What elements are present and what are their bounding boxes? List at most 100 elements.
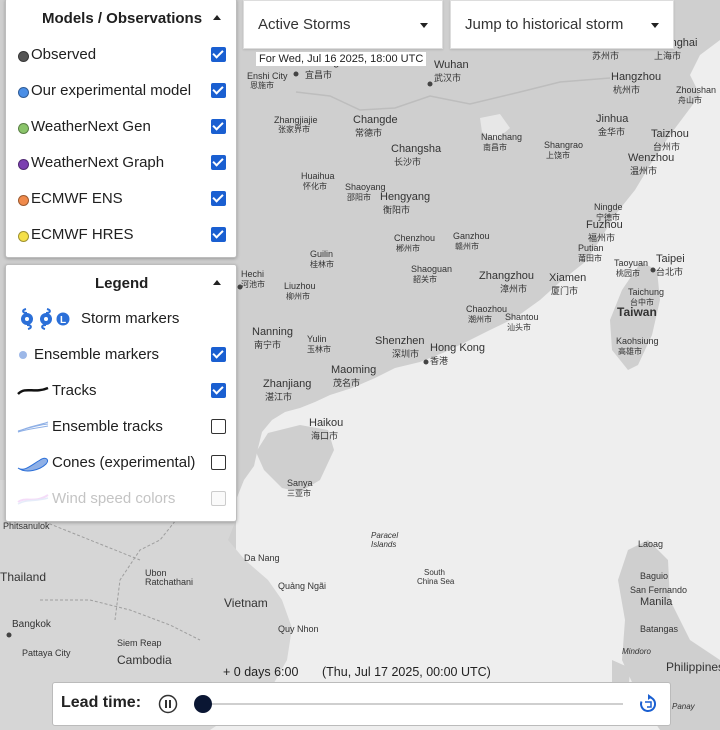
- chevron-down-icon: [420, 23, 428, 28]
- city-dot: [423, 359, 429, 365]
- model-row[interactable]: WeatherNext Gen: [6, 109, 236, 145]
- model-checkbox[interactable]: [211, 191, 226, 206]
- map-place-label: Shaoguan: [411, 264, 453, 274]
- map-place-label: Fuzhou: [586, 219, 623, 231]
- map-place-label: Shangrao: [544, 140, 584, 150]
- chevron-down-icon: [651, 23, 659, 28]
- historical-storm-label: Jump to historical storm: [465, 16, 624, 33]
- map-place-label: Vietnam: [224, 596, 268, 610]
- city-dot: [650, 267, 656, 273]
- map-place-label: 河池市: [241, 280, 265, 289]
- ensemble-tracks-icon: [16, 420, 50, 439]
- model-label: Our experimental model: [31, 82, 192, 99]
- collapse-caret-icon[interactable]: [213, 280, 221, 285]
- map-place-label: Wuhan: [434, 59, 469, 71]
- model-checkbox[interactable]: [211, 47, 226, 62]
- historical-storm-dropdown[interactable]: Jump to historical storm: [450, 0, 674, 49]
- map-place-label: Siem Reap: [117, 638, 162, 648]
- map-place-label: Panay: [672, 702, 695, 711]
- legend-row: L Storm markers: [6, 301, 236, 337]
- legend-label: Cones (experimental): [52, 454, 196, 471]
- map-place-label: Taoyuan: [614, 258, 649, 268]
- model-checkbox[interactable]: [211, 227, 226, 242]
- map-place-label: Shenzhen: [375, 335, 425, 347]
- legend-label: Wind speed colors: [52, 490, 176, 507]
- map-place-label: 恩施市: [250, 81, 274, 90]
- map-place-label: Ganzhou: [453, 231, 490, 241]
- map-place-label: 武汉市: [434, 73, 462, 83]
- map-place-label: Manila: [640, 596, 673, 608]
- map-place-label: 莆田市: [578, 254, 602, 263]
- track-line-icon: [16, 384, 50, 403]
- active-storms-dropdown[interactable]: Active Storms: [243, 0, 443, 49]
- map-place-label: 海口市: [311, 431, 339, 441]
- model-checkbox[interactable]: [211, 119, 226, 134]
- model-row[interactable]: Observed: [6, 37, 236, 73]
- map-place-label: Guilin: [310, 249, 334, 259]
- map-place-label: Changde: [353, 114, 398, 126]
- model-row[interactable]: Our experimental model: [6, 73, 236, 109]
- map-place-label: 厦门市: [551, 286, 579, 296]
- legend-checkbox[interactable]: [211, 419, 226, 434]
- legend-panel: Legend L Storm markers Ensemble markers Tra…: [5, 264, 237, 522]
- lead-time-slider-thumb[interactable]: [194, 695, 212, 713]
- map-place-label: 温州市: [630, 166, 658, 176]
- lead-time-bar: Lead time:: [52, 682, 671, 726]
- legend-row[interactable]: Wind speed colors: [6, 481, 236, 517]
- lead-time-track[interactable]: [203, 703, 623, 705]
- map-place-label: Hong Kong: [430, 342, 486, 354]
- map-place-label: 常德市: [355, 128, 383, 138]
- map-place-label: 柳州市: [286, 292, 310, 301]
- map-place-label: Huaihua: [301, 171, 335, 181]
- map-place-label: 上海市: [654, 51, 682, 61]
- pause-button[interactable]: [157, 693, 179, 715]
- model-label: ECMWF ENS: [31, 190, 123, 207]
- legend-checkbox: [211, 491, 226, 506]
- map-place-label: Taiwan: [617, 305, 657, 319]
- city-dot: [427, 81, 433, 87]
- legend-checkbox[interactable]: [211, 383, 226, 398]
- map-place-label: 高雄市: [618, 347, 642, 356]
- map-place-label: Ratchathani: [145, 577, 194, 587]
- map-place-label: Changsha: [391, 143, 442, 155]
- map-place-label: Maoming: [331, 364, 377, 376]
- map-place-label: Wenzhou: [628, 152, 675, 164]
- map-place-label: Kaohsiung: [616, 336, 659, 346]
- model-color-dot-icon: [18, 159, 29, 170]
- legend-row[interactable]: Ensemble tracks: [6, 409, 236, 445]
- map-place-label: Ningde: [594, 202, 623, 212]
- map-place-label: Putian: [578, 243, 604, 253]
- map-place-label: 金华市: [598, 127, 626, 137]
- map-place-label: Shantou: [505, 312, 539, 322]
- legend-checkbox[interactable]: [211, 347, 226, 362]
- forecast-timestamp: For Wed, Jul 16 2025, 18:00 UTC: [256, 52, 427, 66]
- legend-row[interactable]: Cones (experimental): [6, 445, 236, 481]
- collapse-caret-icon[interactable]: [213, 15, 221, 20]
- active-storms-label: Active Storms: [258, 16, 351, 33]
- map-place-label: Xiamen: [549, 272, 587, 284]
- map-place-label: San Fernando: [630, 585, 688, 595]
- map-place-label: 赣州市: [455, 242, 479, 251]
- legend-row[interactable]: Tracks: [6, 373, 236, 409]
- map-place-label: Da Nang: [244, 553, 280, 563]
- map-place-label: Chenzhou: [394, 233, 436, 243]
- map-place-label: Phitsanulok: [3, 521, 50, 531]
- map-place-label: 张家界市: [278, 125, 310, 134]
- lead-time-valid: (Thu, Jul 17 2025, 00:00 UTC): [322, 665, 491, 679]
- model-checkbox[interactable]: [211, 83, 226, 98]
- map-place-label: Jinhua: [596, 113, 629, 125]
- map-place-label: 湛江市: [265, 392, 293, 402]
- model-row[interactable]: ECMWF HRES: [6, 217, 236, 253]
- loop-icon[interactable]: [637, 693, 659, 715]
- map-place-label: Zhanjiang: [263, 378, 312, 390]
- city-dot: [6, 632, 12, 638]
- map-place-label: 杭州市: [613, 85, 641, 95]
- model-checkbox[interactable]: [211, 155, 226, 170]
- legend-row[interactable]: Ensemble markers: [6, 337, 236, 373]
- model-row[interactable]: WeatherNext Graph: [6, 145, 236, 181]
- model-row[interactable]: ECMWF ENS: [6, 181, 236, 217]
- map-place-label: Islands: [371, 540, 397, 549]
- map-place-label: 三亚市: [287, 489, 311, 498]
- legend-checkbox[interactable]: [211, 455, 226, 470]
- map-place-label: Taipei: [656, 253, 685, 265]
